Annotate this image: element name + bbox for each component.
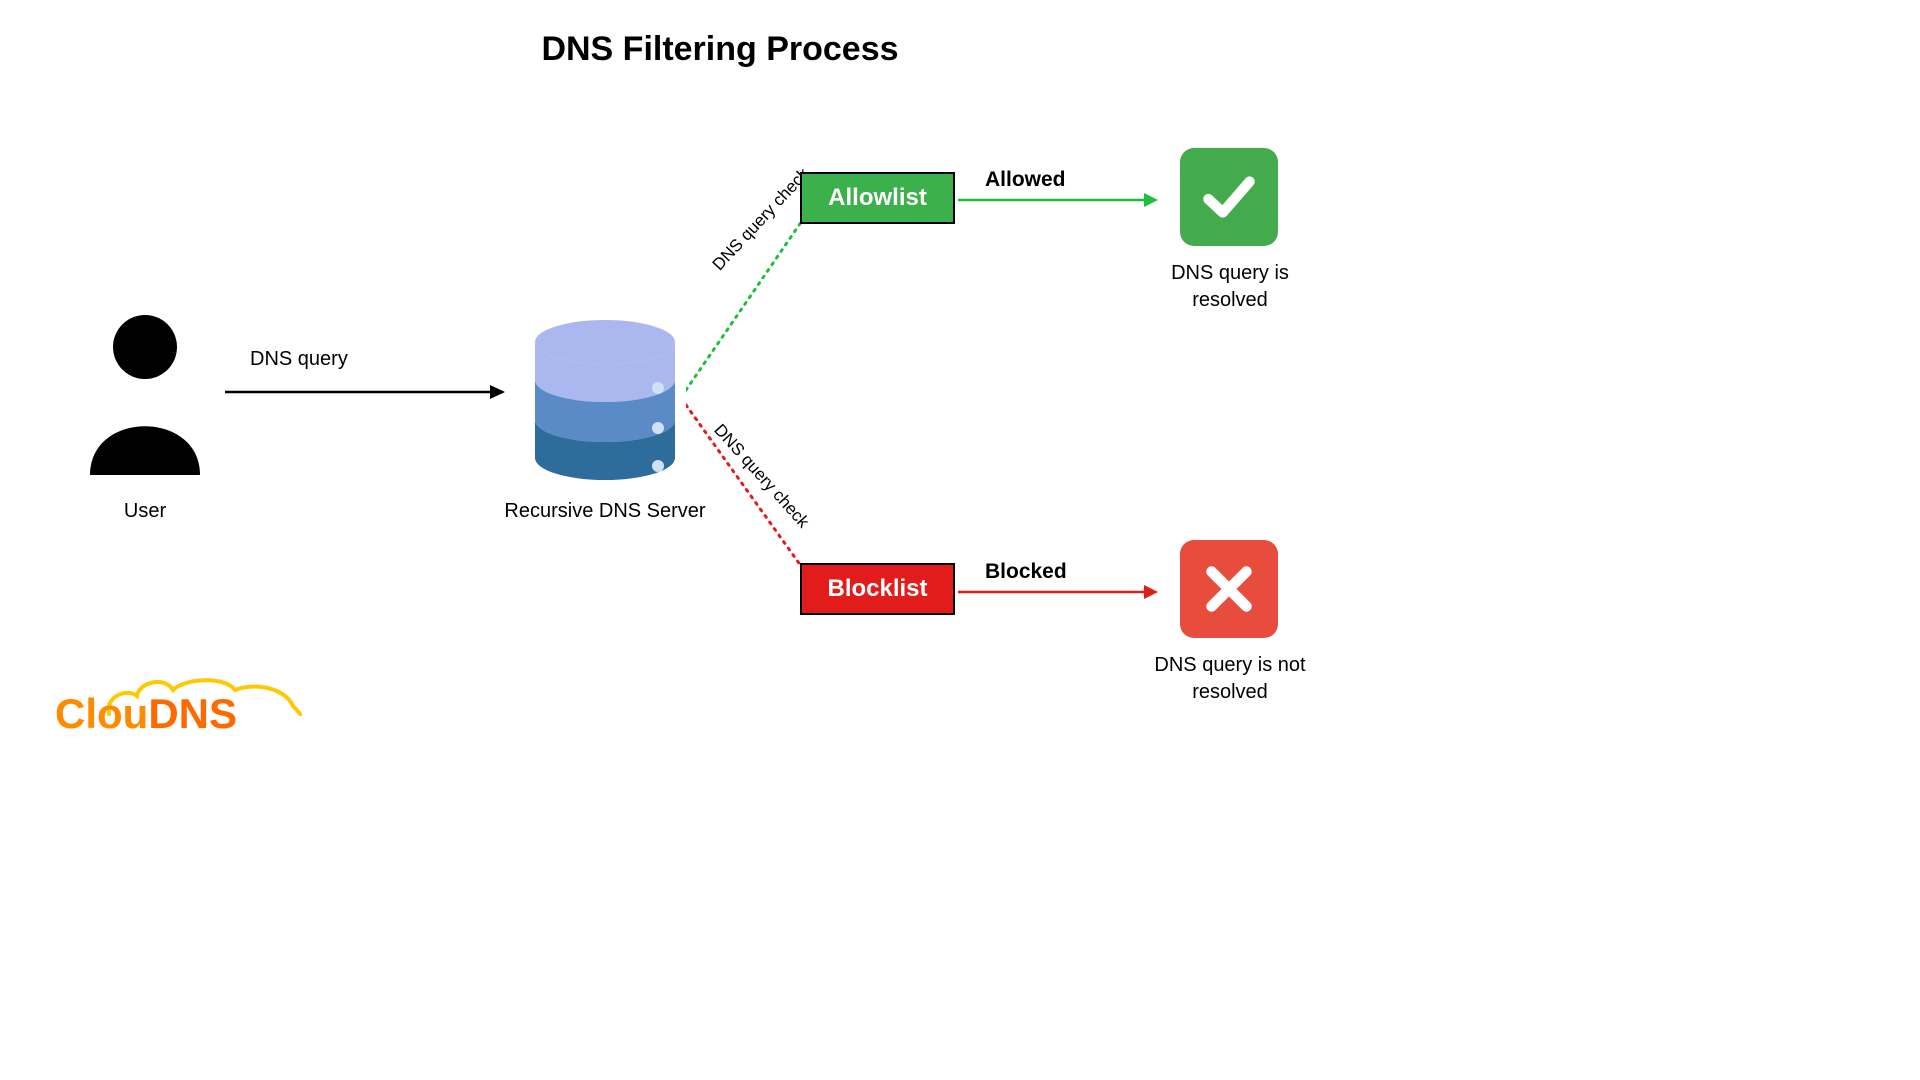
blocklist-box: Blocklist	[800, 563, 955, 615]
arrow-allowlist-to-result	[958, 192, 1158, 208]
server-label: Recursive DNS Server	[490, 500, 720, 523]
not-resolved-label: DNS query is not resolved	[1145, 652, 1315, 706]
logo-text-part1: Clou	[55, 690, 148, 737]
user-label: User	[95, 500, 195, 523]
blocked-label: Blocked	[985, 560, 1067, 584]
logo-text-part2: DNS	[148, 690, 237, 737]
query-check-label-bottom: DNS query check	[710, 420, 813, 532]
allowlist-box: Allowlist	[800, 172, 955, 224]
user-icon	[85, 305, 205, 475]
dotted-line-allowlist	[686, 200, 886, 400]
arrow-blocklist-to-result	[958, 584, 1158, 600]
allowed-label: Allowed	[985, 168, 1066, 192]
check-icon	[1180, 148, 1278, 246]
query-check-label-top: DNS query check	[709, 164, 814, 274]
database-icon	[530, 320, 680, 480]
arrow-user-to-server	[225, 382, 505, 402]
diagram-title: DNS Filtering Process	[0, 30, 1440, 69]
cloudns-logo: ClouDNS	[55, 690, 237, 738]
dns-query-label: DNS query	[250, 348, 348, 371]
resolved-label: DNS query is resolved	[1145, 260, 1315, 314]
cross-icon	[1180, 540, 1278, 638]
